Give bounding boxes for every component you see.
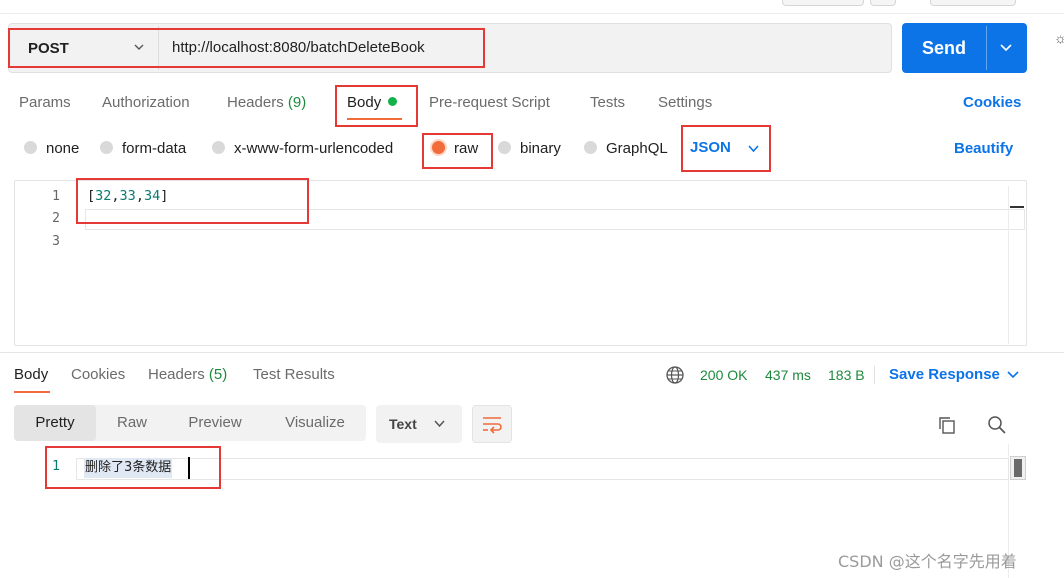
response-line-number: 1: [52, 459, 60, 474]
request-body-editor[interactable]: [14, 180, 1027, 346]
editor-scrollbar[interactable]: [1008, 186, 1026, 344]
radio-graphql[interactable]: GraphQL: [584, 137, 668, 161]
radio-circle: [212, 141, 225, 154]
radio-raw[interactable]: raw: [432, 137, 478, 161]
editor-scroll-marker: [1010, 206, 1024, 208]
send-label: Send: [921, 38, 966, 58]
tab-body[interactable]: Body: [347, 90, 398, 116]
tab-pre-request-script[interactable]: Pre-request Script: [429, 90, 550, 116]
response-body-text[interactable]: 删除了3条数据: [84, 458, 173, 478]
send-divider: [986, 26, 987, 70]
radio-circle: [100, 141, 113, 154]
view-preview[interactable]: Preview: [172, 405, 258, 441]
resp-tab-headers[interactable]: Headers (5): [148, 362, 227, 388]
top-tab-fragment[interactable]: [870, 0, 896, 6]
radio-circle-selected: [432, 141, 445, 154]
radio-binary[interactable]: binary: [498, 137, 561, 161]
method-label: POST: [28, 39, 69, 57]
watermark: CSDN @这个名字先用着: [838, 552, 1017, 571]
radio-circle: [584, 141, 597, 154]
response-scroll-thumb[interactable]: [1014, 459, 1022, 477]
radio-circle: [24, 141, 37, 154]
resp-active-tab-underline: [14, 391, 50, 393]
response-current-line: [76, 458, 1009, 480]
view-raw[interactable]: Raw: [102, 405, 162, 441]
top-tab-fragment[interactable]: [782, 0, 864, 6]
radio-x-www-form-urlencoded[interactable]: x-www-form-urlencoded: [212, 137, 393, 161]
text-caret: [188, 457, 190, 479]
send-options-chevron-icon[interactable]: [1000, 42, 1012, 52]
pane-divider[interactable]: [0, 352, 1064, 353]
line-number: 2: [52, 211, 60, 226]
line-number: 3: [52, 234, 60, 249]
edge-icon: ☼: [1054, 30, 1064, 46]
save-response-button[interactable]: Save Response: [889, 362, 1000, 388]
cookies-link[interactable]: Cookies: [963, 90, 1021, 116]
radio-form-data[interactable]: form-data: [100, 137, 186, 161]
response-size[interactable]: 183 B: [828, 362, 865, 388]
search-icon[interactable]: [986, 414, 1008, 436]
chevron-down-icon[interactable]: [1007, 370, 1019, 380]
view-pretty[interactable]: Pretty: [14, 405, 96, 441]
top-tab-fragment[interactable]: [930, 0, 1016, 6]
tab-tests[interactable]: Tests: [590, 90, 625, 116]
tab-headers-label: Headers: [227, 94, 284, 111]
request-body-code: [32,33,34]: [87, 188, 169, 204]
resp-tab-body[interactable]: Body: [14, 362, 48, 388]
line-number: 1: [52, 189, 60, 204]
resp-tab-test-results[interactable]: Test Results: [253, 362, 335, 388]
text-format-label: Text: [389, 416, 417, 432]
window-top-strip: [0, 0, 1064, 14]
radio-none[interactable]: none: [24, 137, 79, 161]
globe-icon[interactable]: [665, 365, 685, 385]
status-code[interactable]: 200 OK: [700, 362, 747, 388]
tab-settings[interactable]: Settings: [658, 90, 712, 116]
active-tab-underline: [347, 118, 402, 120]
resp-tab-headers-label: Headers: [148, 366, 205, 383]
radio-circle: [498, 141, 511, 154]
view-visualize[interactable]: Visualize: [268, 405, 362, 441]
copy-icon[interactable]: [936, 414, 958, 436]
chevron-down-icon: [134, 44, 144, 50]
tab-headers[interactable]: Headers (9): [227, 90, 306, 116]
headers-count: (9): [287, 94, 307, 111]
tab-params[interactable]: Params: [19, 90, 71, 116]
tab-body-label: Body: [347, 94, 382, 111]
current-line-highlight: [85, 209, 1025, 230]
url-input[interactable]: http://localhost:8080/batchDeleteBook: [172, 26, 425, 70]
method-divider: [158, 26, 159, 70]
chevron-down-icon[interactable]: [748, 144, 759, 153]
response-time[interactable]: 437 ms: [765, 362, 811, 388]
body-modified-dot-icon: [388, 97, 398, 106]
tab-authorization[interactable]: Authorization: [102, 90, 190, 116]
body-format-select[interactable]: JSON: [690, 137, 731, 161]
resp-headers-count: (5): [208, 366, 228, 383]
wrap-lines-icon: [483, 417, 502, 434]
beautify-link[interactable]: Beautify: [954, 136, 1013, 162]
resp-tab-cookies[interactable]: Cookies: [71, 362, 125, 388]
chevron-down-icon: [434, 420, 445, 428]
method-select[interactable]: POST: [10, 26, 158, 70]
status-divider: [874, 366, 875, 384]
